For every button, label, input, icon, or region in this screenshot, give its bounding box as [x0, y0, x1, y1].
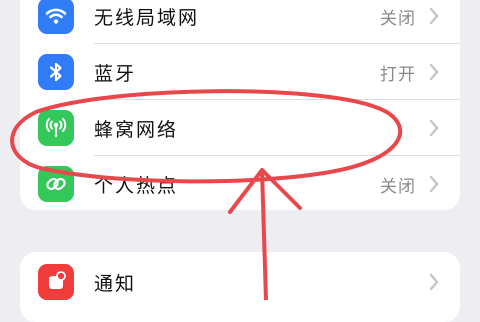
personal-hotspot-row[interactable]: 个人热点 关闭: [20, 156, 460, 210]
personal-hotspot-label: 个人热点: [94, 175, 179, 197]
wifi-icon: [38, 0, 74, 34]
wifi-status: 关闭: [380, 9, 416, 29]
cellular-antenna-icon: [38, 110, 74, 146]
cellular-row[interactable]: 蜂窝网络: [20, 100, 460, 156]
chevron-right-icon: [429, 119, 439, 137]
chevron-right-icon: [429, 175, 439, 193]
notifications-row[interactable]: 通知: [20, 254, 460, 310]
bluetooth-icon: [38, 54, 74, 90]
bluetooth-label: 蓝牙: [94, 63, 137, 85]
notifications-label: 通知: [94, 273, 137, 295]
notification-bell-icon: [38, 264, 74, 300]
bluetooth-row[interactable]: 蓝牙 打开: [20, 44, 460, 100]
connectivity-settings-group: 无线局域网 关闭 蓝牙 打开 蜂窝网络 个人热点 关闭: [20, 0, 460, 210]
notifications-settings-group: 通知: [20, 252, 460, 322]
wifi-label: 无线局域网: [94, 7, 200, 29]
wifi-row[interactable]: 无线局域网 关闭: [20, 0, 460, 44]
cellular-label: 蜂窝网络: [94, 119, 179, 141]
chevron-right-icon: [429, 273, 439, 291]
bluetooth-status: 打开: [380, 65, 416, 85]
chevron-right-icon: [429, 7, 439, 25]
hotspot-chain-icon: [38, 166, 74, 202]
chevron-right-icon: [429, 63, 439, 81]
personal-hotspot-status: 关闭: [380, 177, 416, 197]
